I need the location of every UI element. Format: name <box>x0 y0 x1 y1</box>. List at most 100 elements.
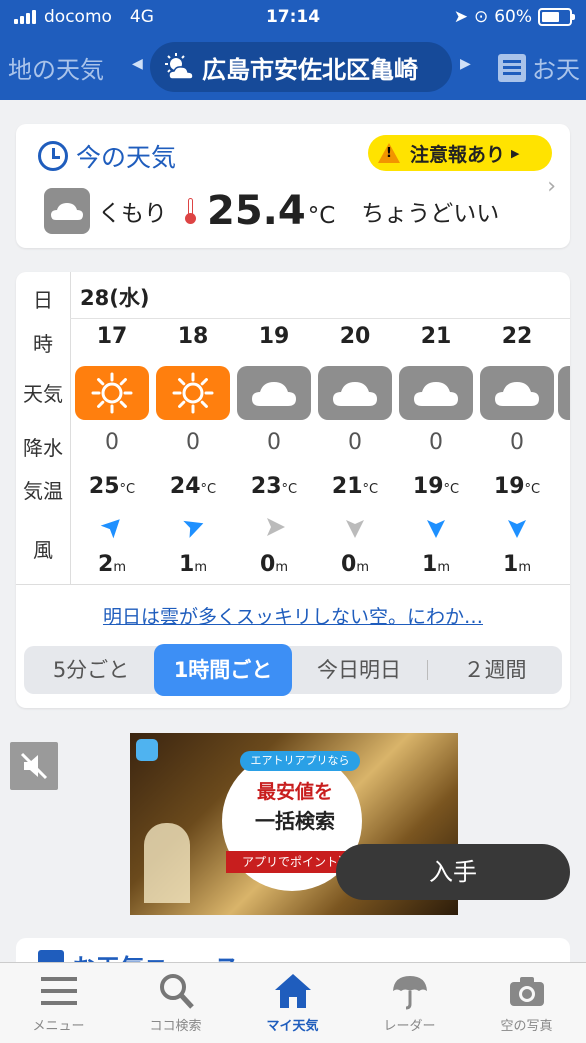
hour-column: 19 0 23°C 0m <box>234 318 314 584</box>
precip-value: 0 <box>267 430 281 455</box>
sun-behind-cloud-icon <box>162 52 198 82</box>
wind-unit: m <box>437 560 450 575</box>
wind-speed-number: 0 <box>260 552 276 577</box>
wind-direction-icon <box>180 514 206 540</box>
mute-button[interactable] <box>10 742 58 790</box>
chevron-left-icon[interactable]: ◀ <box>132 56 143 72</box>
nav-radar[interactable]: レーダー <box>351 971 468 1041</box>
tab-hourly[interactable]: 1時間ごと <box>154 644 292 696</box>
hour-label: 18 <box>177 324 209 349</box>
temp-value: 25°C <box>72 474 152 499</box>
current-location-name: 広島市安佐北区亀崎 <box>202 55 418 84</box>
nav-my-weather[interactable]: マイ天気 <box>234 971 351 1041</box>
clock-icon <box>38 141 68 171</box>
wind-direction-icon <box>504 514 530 540</box>
wind-direction-icon <box>261 514 287 540</box>
wind-unit: m <box>113 560 126 575</box>
hour-column: 21 0 19°C 1m <box>396 318 476 584</box>
date-row: 28(水) <box>70 272 570 319</box>
temp-unit: °C <box>200 482 217 497</box>
hour-column: 18 0 24°C 1m <box>153 318 233 584</box>
bottom-nav: メニュー ココ検索 マイ天気 レーダー 空の写真 <box>0 962 586 1043</box>
umbrella-icon <box>351 971 468 1015</box>
label-weather: 天気 <box>23 382 63 406</box>
ad-background-window <box>144 823 190 903</box>
label-day: 日 <box>33 288 53 312</box>
status-bar: docomo 4G 17:14 ➤ ⊙ 60% <box>0 0 586 36</box>
ad-badge: エアトリアプリなら <box>240 751 360 771</box>
wind-speed-number: 1 <box>179 552 195 577</box>
wind-unit: m <box>194 560 207 575</box>
speaker-muted-icon <box>20 752 48 780</box>
temp-unit: °C <box>281 482 298 497</box>
current-location-pill[interactable]: 広島市安佐北区亀崎 <box>150 42 452 92</box>
cloud-icon <box>44 188 90 234</box>
temp-number: 23 <box>250 474 282 499</box>
sun-icon <box>156 366 230 420</box>
tab-today-tomorrow[interactable]: 今日明日 <box>292 646 426 694</box>
chevron-right-icon[interactable]: › <box>547 174 556 199</box>
precip-value: 0 <box>186 430 200 455</box>
partial-next-hour <box>554 318 570 584</box>
hour-label: 22 <box>501 324 533 349</box>
nav-sky-photos-label: 空の写真 <box>500 1019 553 1034</box>
nav-search-label: ココ検索 <box>149 1019 202 1034</box>
sun-icon <box>75 366 149 420</box>
wind-speed: 2m <box>72 552 152 577</box>
interval-tabs: 5分ごと 1時間ごと 今日明日 ２週間 <box>24 644 562 696</box>
temp-unit: °C <box>524 482 541 497</box>
label-wind: 風 <box>33 538 53 562</box>
temp-number: 21 <box>331 474 363 499</box>
warning-badge[interactable]: 注意報あり ▶ <box>368 135 552 171</box>
precip-value: 0 <box>348 430 362 455</box>
wind-direction-icon <box>423 514 449 540</box>
get-app-button[interactable]: 入手 <box>336 844 570 900</box>
news-icon <box>498 53 526 82</box>
battery-percent: 60% <box>494 7 532 27</box>
current-weather-title: 今の天気 <box>76 143 177 172</box>
camera-icon <box>468 971 585 1015</box>
cloud-icon <box>237 366 311 420</box>
chevron-right-icon: ▶ <box>511 146 520 160</box>
tab-2weeks[interactable]: ２週間 <box>428 646 562 694</box>
hour-column: 22 0 19°C 1m <box>477 318 557 584</box>
wind-unit: m <box>356 560 369 575</box>
wind-direction-icon <box>342 514 368 540</box>
label-hour: 時 <box>33 332 53 356</box>
divider <box>16 584 570 585</box>
current-weather-card[interactable]: 今の天気 注意報あり ▶ くもり 25.4 °C ちょうどいい › <box>16 124 570 248</box>
forecast-summary-link[interactable]: 明日は雲が多くスッキリしない空。にわか… <box>16 602 570 629</box>
nav-search[interactable]: ココ検索 <box>117 971 234 1041</box>
current-condition: くもり <box>98 201 167 227</box>
hour-column: 17 0 25°C 2m <box>72 318 152 584</box>
comfort-comment: ちょうどいい <box>361 201 500 227</box>
prev-location-tab[interactable]: 地の天気 <box>8 50 104 85</box>
tab-5min[interactable]: 5分ごと <box>24 646 158 694</box>
wind-speed: 1m <box>396 552 476 577</box>
hour-label: 17 <box>96 324 128 349</box>
ad-headline: 最安値を <box>256 781 333 803</box>
temp-unit: °C <box>443 482 460 497</box>
temp-value: 19°C <box>396 474 476 499</box>
nav-menu[interactable]: メニュー <box>0 971 117 1041</box>
nav-sky-photos[interactable]: 空の写真 <box>468 971 585 1041</box>
precip-value: 0 <box>510 430 524 455</box>
row-labels: 日 時 天気 降水 気温 風 <box>16 272 71 584</box>
temp-unit: °C <box>119 482 136 497</box>
precip-value: 0 <box>429 430 443 455</box>
precip-value: 0 <box>105 430 119 455</box>
search-icon <box>117 971 234 1015</box>
battery-icon <box>538 8 575 26</box>
next-location-tab[interactable]: お天 <box>498 50 580 85</box>
thermometer-icon <box>185 198 196 224</box>
wind-speed: 1m <box>153 552 233 577</box>
forecast-date: 28(水) <box>80 286 150 310</box>
hourly-forecast-card: 日 時 天気 降水 気温 風 28(水) 17 0 25°C 2m 18 0 24°C 1m 1… <box>16 272 570 708</box>
home-icon <box>234 971 351 1015</box>
location-arrow-icon: ➤ <box>453 7 468 27</box>
wind-speed-number: 1 <box>503 552 519 577</box>
hour-label: 19 <box>258 324 290 349</box>
cloud-icon <box>480 366 554 420</box>
temp-number: 25 <box>88 474 120 499</box>
chevron-right-icon[interactable]: ▶ <box>460 56 471 72</box>
